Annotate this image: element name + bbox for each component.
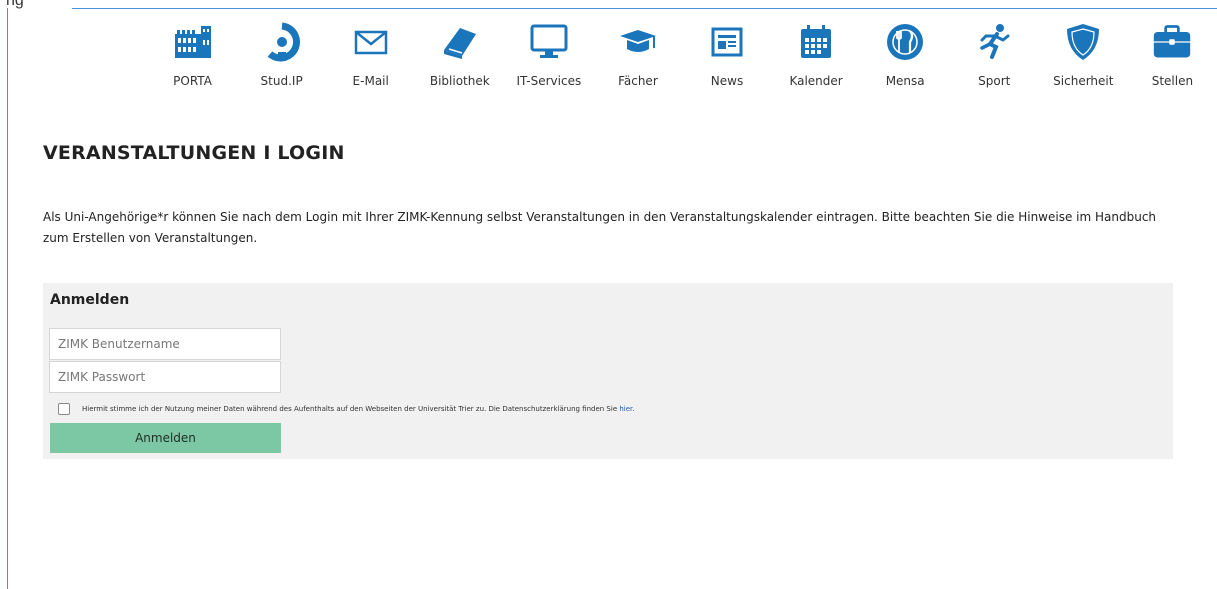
calendar-icon <box>796 22 836 62</box>
quicklink-sport[interactable]: Sport <box>950 22 1039 92</box>
page-title: VERANSTALTUNGEN I LOGIN <box>43 142 345 164</box>
building-icon <box>173 22 213 62</box>
consent-row: Hiermit stimme ich der Nutzung meiner Da… <box>58 403 635 415</box>
quicklink-label: Bibliothek <box>429 74 490 88</box>
quicklink-label: E-Mail <box>352 74 389 88</box>
login-heading: Anmelden <box>50 292 130 308</box>
username-field[interactable] <box>49 328 281 360</box>
envelope-icon <box>351 22 391 62</box>
quicklink-news[interactable]: News <box>682 22 771 92</box>
quicklink-mensa[interactable]: Mensa <box>861 22 950 92</box>
quicklink-label: Sport <box>978 74 1011 88</box>
quicklink-label: Sicherheit <box>1053 74 1114 88</box>
quicklink-stellen[interactable]: Stellen <box>1128 22 1217 92</box>
quicklink-label: Stellen <box>1151 74 1194 88</box>
quicklink-label: Mensa <box>885 74 925 88</box>
consent-checkbox[interactable] <box>58 403 70 415</box>
quicklink-label: Stud.IP <box>260 74 303 88</box>
book-icon <box>440 22 480 62</box>
quicklink-email[interactable]: E-Mail <box>326 22 415 92</box>
briefcase-icon <box>1152 22 1192 62</box>
newspaper-icon <box>707 22 747 62</box>
quicklink-kalender[interactable]: Kalender <box>772 22 861 92</box>
quicklink-label: Kalender <box>789 74 843 88</box>
fork-knife-icon <box>885 22 925 62</box>
consent-text-body: Hiermit stimme ich der Nutzung meiner Da… <box>82 405 620 413</box>
consent-text-end: . <box>632 405 635 413</box>
studip-icon <box>262 22 302 62</box>
runner-icon <box>974 22 1014 62</box>
quicklink-studip[interactable]: Stud.IP <box>237 22 326 92</box>
intro-text: Als Uni-Angehörige*r können Sie nach dem… <box>43 210 1157 245</box>
frame-top-label: ng <box>6 0 24 9</box>
quicklink-label: Fächer <box>618 74 658 88</box>
login-submit-button[interactable]: Anmelden <box>50 423 281 453</box>
login-panel: Anmelden Hiermit stimme ich der Nutzung … <box>43 283 1173 459</box>
frame-border-left <box>7 8 8 589</box>
quicklink-label: PORTA <box>173 74 212 88</box>
quicklink-label: IT-Services <box>516 74 582 88</box>
quicklink-faecher[interactable]: Fächer <box>593 22 682 92</box>
privacy-link[interactable]: hier <box>619 405 632 413</box>
monitor-icon <box>529 22 569 62</box>
consent-text: Hiermit stimme ich der Nutzung meiner Da… <box>82 405 635 413</box>
frame-border-top <box>72 8 1217 9</box>
quicklink-sicherheit[interactable]: Sicherheit <box>1039 22 1128 92</box>
quicklink-it-services[interactable]: IT-Services <box>504 22 593 92</box>
graduation-cap-icon <box>618 22 658 62</box>
quicklink-porta[interactable]: PORTA <box>148 22 237 92</box>
password-field[interactable] <box>49 361 281 393</box>
shield-icon <box>1063 22 1103 62</box>
quicklinks-bar: PORTA Stud.IP E-Mail Bibliothek IT-Servi… <box>148 22 1217 92</box>
quicklink-label: News <box>710 74 744 88</box>
quicklink-bibliothek[interactable]: Bibliothek <box>415 22 504 92</box>
